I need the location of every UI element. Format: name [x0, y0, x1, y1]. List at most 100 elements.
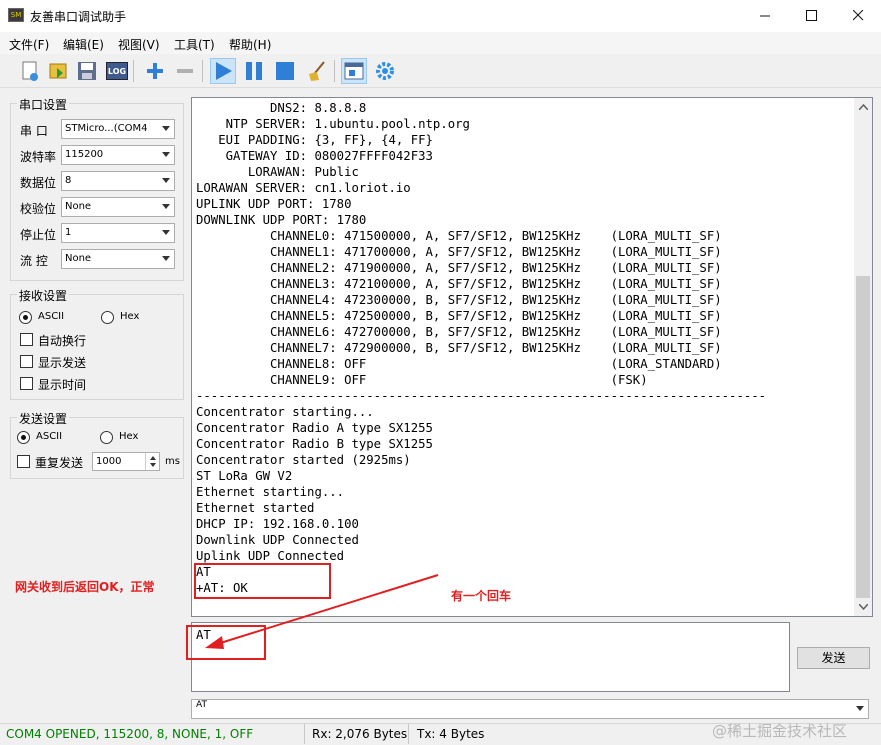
- stopbits-label: 停止位: [20, 228, 57, 242]
- terminal-line: Downlink UDP Connected: [196, 533, 359, 547]
- receive-ascii-radio[interactable]: [19, 311, 32, 324]
- send-hex-radio[interactable]: [100, 431, 113, 444]
- menu-file[interactable]: 文件(F): [9, 36, 49, 53]
- send-ascii-radio[interactable]: [17, 431, 30, 444]
- autowrap-checkbox[interactable]: [20, 333, 33, 346]
- terminal-line: CHANNEL1: 471700000, A, SF7/SF12, BW125K…: [196, 245, 722, 259]
- new-window-icon: [344, 62, 364, 80]
- annotation-box-response: [194, 563, 331, 599]
- receive-settings-group: [10, 294, 184, 400]
- receive-settings-title: 接收设置: [17, 287, 70, 304]
- autowrap-label: 自动换行: [38, 334, 87, 348]
- receive-hex-radio[interactable]: [101, 311, 114, 324]
- terminal-line: Uplink UDP Connected: [196, 549, 345, 563]
- terminal-line: DOWNLINK UDP PORT: 1780: [196, 213, 367, 227]
- toolbar-separator: [202, 60, 203, 82]
- chevron-down-icon: [162, 126, 170, 131]
- flow-select[interactable]: None: [61, 249, 175, 269]
- baud-select[interactable]: 115200: [61, 145, 175, 165]
- save-icon: [78, 62, 96, 80]
- showtime-checkbox[interactable]: [20, 377, 33, 390]
- menu-help[interactable]: 帮助(H): [229, 36, 271, 53]
- terminal-line: CHANNEL7: 472900000, B, SF7/SF12, BW125K…: [196, 341, 722, 355]
- interval-stepper[interactable]: 1000: [92, 452, 160, 471]
- terminal-line: CHANNEL2: 471900000, A, SF7/SF12, BW125K…: [196, 261, 722, 275]
- terminal-line: CHANNEL4: 472300000, B, SF7/SF12, BW125K…: [196, 293, 722, 307]
- new-button[interactable]: [17, 58, 43, 84]
- terminal-line: Concentrator Radio B type SX1255: [196, 437, 433, 451]
- save-button[interactable]: [74, 58, 100, 84]
- annotation-left-note: 网关收到后返回OK，正常: [15, 580, 155, 594]
- terminal-line: ----------------------------------------…: [196, 389, 767, 403]
- menu-tools[interactable]: 工具(T): [174, 36, 215, 53]
- scroll-up-button[interactable]: [856, 100, 870, 114]
- showsend-checkbox[interactable]: [20, 355, 33, 368]
- stepper-arrows[interactable]: [145, 453, 159, 470]
- baud-label: 波特率: [20, 150, 57, 164]
- repeat-send-label: 重复发送: [35, 456, 84, 470]
- menu-view[interactable]: 视图(V): [118, 36, 160, 53]
- databits-select[interactable]: 8: [61, 171, 175, 191]
- send-history-value: AT: [196, 700, 207, 710]
- remove-icon: [177, 69, 193, 73]
- clear-button[interactable]: [304, 58, 330, 84]
- minimize-button[interactable]: [742, 0, 788, 30]
- settings-button[interactable]: [372, 58, 398, 84]
- toolbar-separator: [334, 60, 335, 82]
- receive-ascii-label: ASCII: [38, 311, 65, 322]
- parity-select[interactable]: None: [61, 197, 175, 217]
- port-select[interactable]: STMicro...(COM4: [61, 119, 175, 139]
- databits-value: 8: [65, 175, 72, 186]
- send-history-select[interactable]: AT: [191, 699, 869, 719]
- terminal-line: CHANNEL6: 472700000, B, SF7/SF12, BW125K…: [196, 325, 722, 339]
- menu-edit[interactable]: 编辑(E): [63, 36, 104, 53]
- flow-label: 流 控: [20, 254, 48, 268]
- terminal-line: Ethernet starting...: [196, 485, 345, 499]
- settings-icon: [376, 62, 394, 80]
- pause-icon: [246, 62, 262, 80]
- play-button[interactable]: [210, 58, 236, 84]
- showtime-label: 显示时间: [38, 378, 87, 392]
- chevron-down-icon: [856, 706, 864, 711]
- pause-button[interactable]: [241, 58, 267, 84]
- window-title: 友善串口调试助手: [30, 10, 127, 24]
- stop-button[interactable]: [272, 58, 298, 84]
- terminal-line: NTP SERVER: 1.ubuntu.pool.ntp.org: [196, 117, 470, 131]
- open-button[interactable]: [45, 58, 71, 84]
- close-button[interactable]: [835, 0, 881, 30]
- remove-button[interactable]: [172, 58, 198, 84]
- chevron-down-icon: [162, 204, 170, 209]
- receive-terminal[interactable]: DNS2: 8.8.8.8 NTP SERVER: 1.ubuntu.pool.…: [191, 97, 873, 617]
- terminal-line: Concentrator Radio A type SX1255: [196, 421, 433, 435]
- repeat-send-checkbox[interactable]: [17, 455, 30, 468]
- serial-settings-title: 串口设置: [17, 96, 70, 113]
- stopbits-select[interactable]: 1: [61, 223, 175, 243]
- send-button[interactable]: 发送: [797, 647, 870, 669]
- stop-icon: [276, 62, 294, 80]
- terminal-line: CHANNEL5: 472500000, B, SF7/SF12, BW125K…: [196, 309, 722, 323]
- interval-value: 1000: [96, 456, 122, 467]
- app-icon: SM: [8, 8, 24, 22]
- terminal-line: LORAWAN SERVER: cn1.loriot.io: [196, 181, 411, 195]
- terminal-line: UPLINK UDP PORT: 1780: [196, 197, 352, 211]
- scrollbar-thumb[interactable]: [856, 276, 870, 598]
- scroll-down-button[interactable]: [856, 600, 870, 614]
- annotation-right-note: 有一个回车: [451, 589, 512, 603]
- chevron-down-icon: [162, 178, 170, 183]
- port-label: 串 口: [20, 124, 48, 138]
- terminal-line: ST LoRa GW V2: [196, 469, 293, 483]
- send-hex-label: Hex: [119, 431, 139, 442]
- log-button[interactable]: LOG: [104, 58, 130, 84]
- chevron-down-icon: [858, 604, 868, 610]
- send-input[interactable]: AT: [191, 622, 790, 692]
- parity-value: None: [65, 201, 92, 212]
- terminal-line: CHANNEL0: 471500000, A, SF7/SF12, BW125K…: [196, 229, 722, 243]
- stepper-icon: [150, 456, 156, 467]
- terminal-line: DHCP IP: 192.168.0.100: [196, 517, 359, 531]
- maximize-button[interactable]: [788, 0, 834, 30]
- add-button[interactable]: [142, 58, 168, 84]
- maximize-icon: [805, 9, 817, 21]
- receive-hex-label: Hex: [120, 311, 140, 322]
- terminal-line: EUI PADDING: {3, FF}, {4, FF}: [196, 133, 433, 147]
- new-window-button[interactable]: [341, 58, 367, 84]
